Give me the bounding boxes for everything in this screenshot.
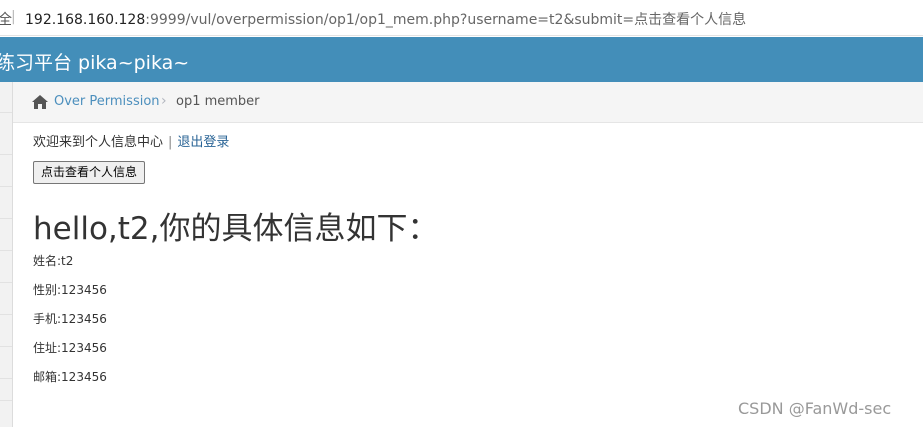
sidebar-divider (0, 218, 12, 219)
breadcrumb-link-over-permission[interactable]: Over Permission (54, 94, 160, 109)
sidebar-divider (0, 314, 12, 315)
sidebar-divider (0, 346, 12, 347)
address-separator: | (11, 9, 16, 25)
logout-link[interactable]: 退出登录 (177, 135, 229, 150)
chevron-right-icon: › (161, 93, 167, 109)
url-text[interactable]: 192.168.160.128:9999/vul/overpermission/… (25, 9, 746, 29)
sidebar-divider (0, 282, 12, 283)
breadcrumb: Over Permission › op1 member (13, 82, 923, 123)
sidebar-divider (0, 400, 12, 401)
sidebar-divider (0, 186, 12, 187)
info-field-gender: 性别:123456 (33, 283, 107, 297)
app-brand[interactable]: 练习平台 pika~pika~ (0, 48, 189, 75)
sidebar-divider (0, 250, 12, 251)
view-profile-button[interactable]: 点击查看个人信息 (33, 161, 146, 184)
welcome-line: 欢迎来到个人信息中心 | 退出登录 (33, 131, 229, 150)
sidebar (0, 82, 13, 427)
sidebar-divider (0, 378, 12, 379)
info-field-email: 邮箱:123456 (33, 370, 107, 384)
welcome-separator: | (168, 135, 173, 150)
browser-address-bar[interactable]: 全 | 192.168.160.128:9999/vul/overpermiss… (0, 0, 923, 36)
sidebar-divider (0, 112, 12, 113)
url-path: :9999/vul/overpermission/op1/op1_mem.php… (145, 12, 747, 28)
csdn-watermark: CSDN @FanWd-sec (738, 399, 892, 418)
welcome-text: 欢迎来到个人信息中心 (33, 135, 164, 150)
top-navbar: 练习平台 pika~pika~ (0, 37, 923, 82)
info-field-name: 姓名:t2 (33, 254, 74, 268)
sidebar-divider (0, 154, 12, 155)
info-field-address: 住址:123456 (33, 341, 107, 355)
url-host: 192.168.160.128 (25, 12, 146, 28)
hello-heading: hello,t2,你的具体信息如下： (33, 211, 439, 247)
info-field-phone: 手机:123456 (33, 312, 107, 326)
home-icon[interactable] (31, 94, 49, 110)
breadcrumb-current: op1 member (176, 94, 260, 109)
